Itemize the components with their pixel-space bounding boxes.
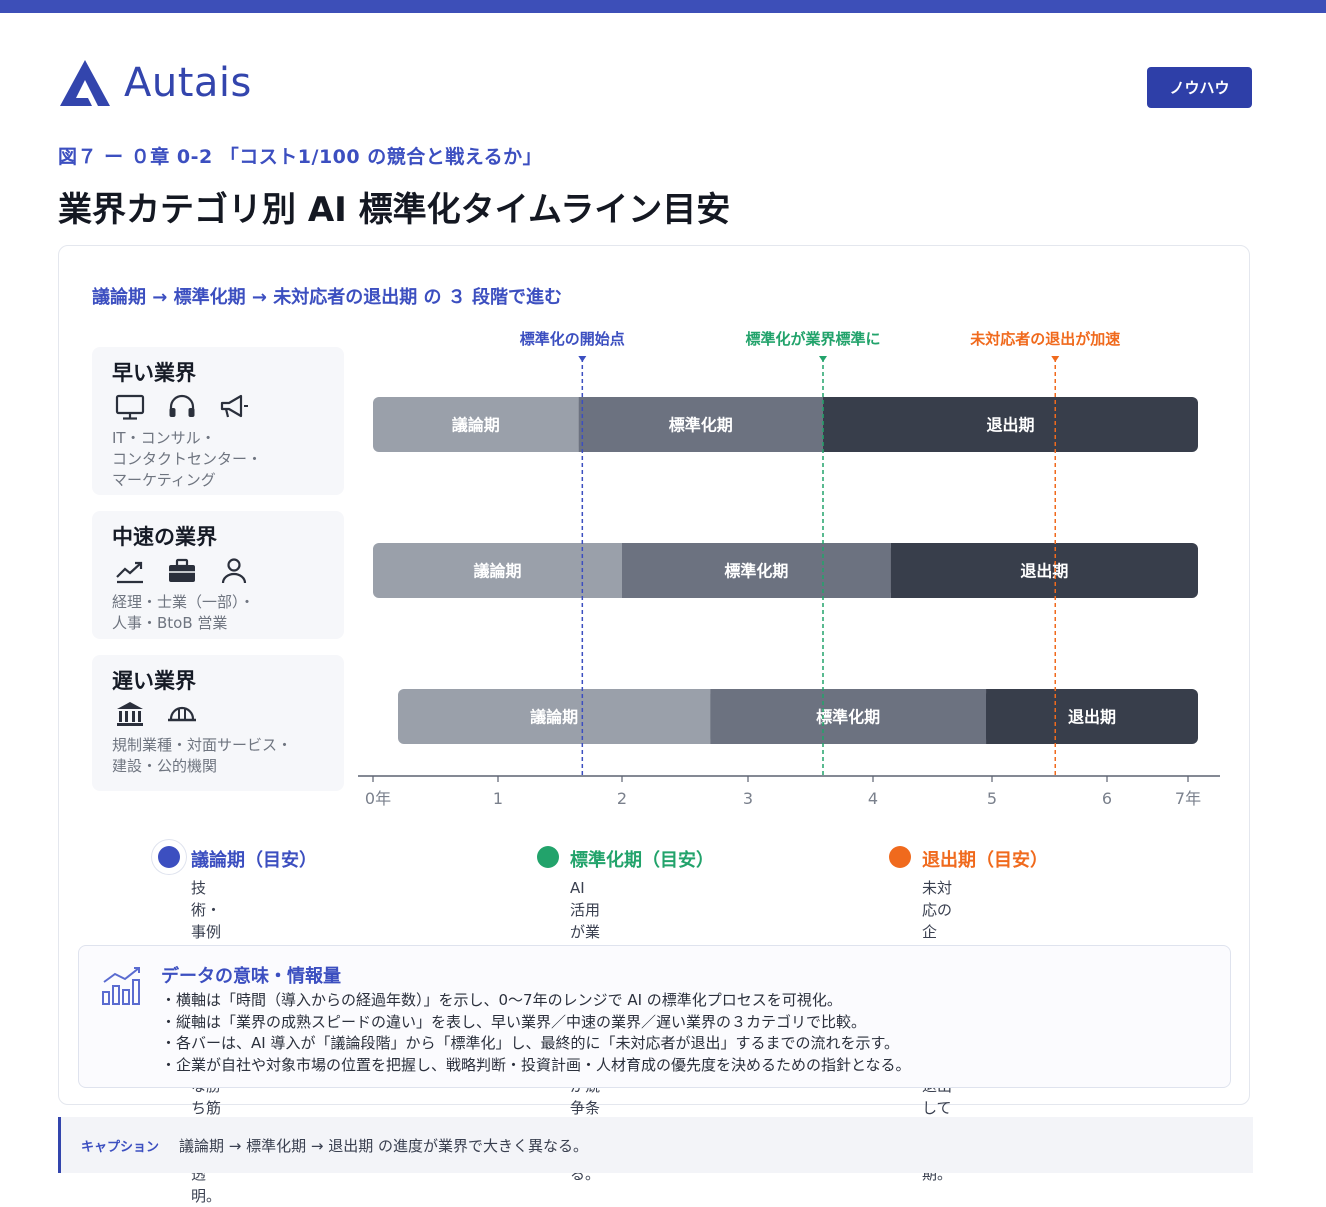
bar-segment-label: 退出期 [1068, 708, 1116, 727]
legend-dot [537, 846, 559, 868]
info-list: ・横軸は「時間（導入からの経過年数）」を示し、0〜7年のレンジで AI の標準化… [161, 990, 911, 1077]
legend-dot [158, 846, 180, 868]
bar-segment-label: 議論期 [473, 562, 521, 581]
marker-label: 標準化が業界標準に [745, 330, 880, 348]
x-tick-label: 2 [617, 789, 627, 808]
legend-title: 標準化期（目安） [570, 850, 714, 871]
bar-segment-label: 退出期 [986, 416, 1034, 435]
bar-segment-label: 標準化期 [669, 416, 733, 435]
bar-segment-label: 退出期 [1020, 562, 1068, 581]
info-item: ・企業が自社や対象市場の位置を把握し、戦略判断・投資計画・人材育成の優先度を決め… [161, 1056, 911, 1075]
bar-segment-label: 標準化期 [816, 708, 880, 727]
legend-title: 退出期（目安） [922, 850, 1048, 871]
marker-arrow [578, 356, 587, 362]
caption-bar: キャプション 議論期 → 標準化期 → 退出期 の進度が業界で大きく異なる。 [58, 1117, 1253, 1173]
marker-label: 標準化の開始点 [520, 330, 625, 348]
marker-arrow [1051, 356, 1060, 362]
x-tick-label: 5 [987, 789, 997, 808]
marker-label: 未対応者の退出が加速 [969, 330, 1120, 348]
info-item: ・横軸は「時間（導入からの経過年数）」を示し、0〜7年のレンジで AI の標準化… [161, 991, 842, 1009]
info-title: データの意味・情報量 [161, 966, 341, 987]
x-tick-label: 6 [1102, 789, 1112, 808]
info-item: ・縦軸は「業界の成熟スピードの違い」を表し、早い業界／中速の業界／遅い業界の３カ… [161, 1012, 867, 1031]
info-item: ・各バーは、AI 導入が「議論段階」から「標準化」し、最終的に「未対応者が退出」… [161, 1034, 899, 1053]
legend-title: 議論期（目安） [191, 850, 317, 871]
bar-segment-label: 標準化期 [724, 562, 788, 581]
bar-chart-icon [102, 967, 140, 1005]
x-tick-label: 4 [868, 789, 878, 808]
x-tick-label: 3 [743, 789, 753, 808]
legend-dot [889, 846, 911, 868]
bar-segment-label: 議論期 [530, 708, 578, 727]
x-tick-label: 7年 [1175, 789, 1201, 808]
data-meaning-box: データの意味・情報量 ・横軸は「時間（導入からの経過年数）」を示し、0〜7年のレ… [78, 945, 1231, 1088]
bar-segment-label: 議論期 [452, 416, 500, 435]
caption-text: 議論期 → 標準化期 → 退出期 の進度が業界で大きく異なる。 [179, 1137, 588, 1155]
marker-arrow [819, 356, 827, 362]
x-tick-label: 0年 [365, 789, 391, 808]
caption-label: キャプション [81, 1140, 160, 1155]
timeline-chart: 議論期 標準化期 退出期議論期 標準化期 退出期議論期 標準化期 退出期0年 1 2 3 4 5 6 7年… [358, 330, 1220, 808]
x-tick-label: 1 [493, 789, 503, 808]
